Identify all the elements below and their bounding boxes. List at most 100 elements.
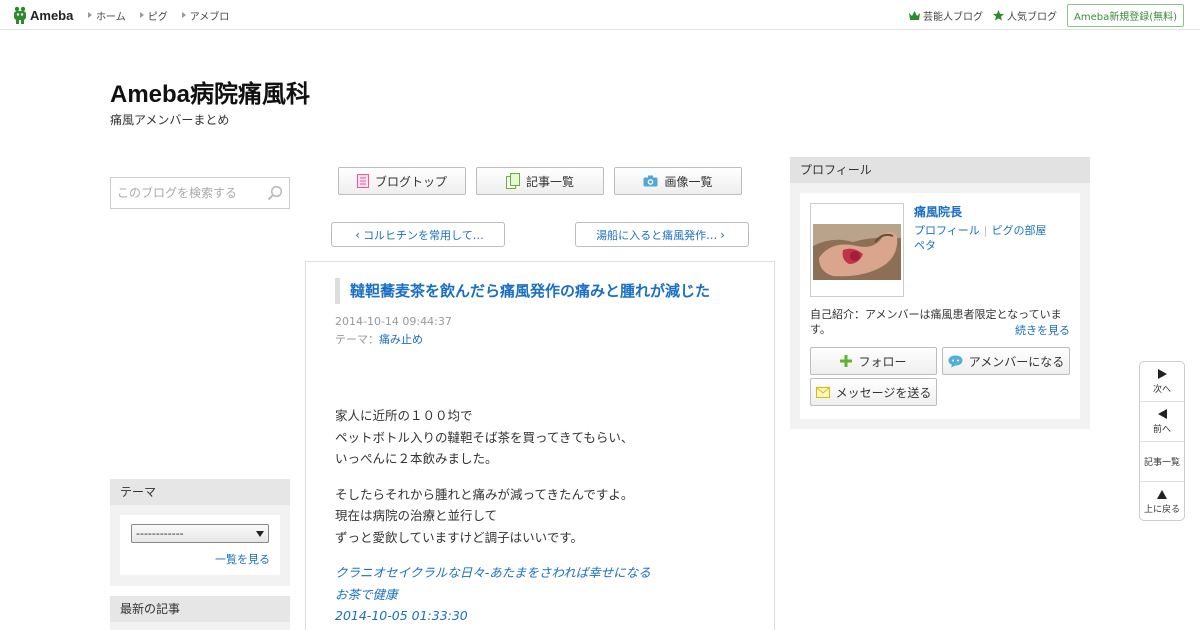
separator: |	[983, 224, 988, 237]
article-list-button[interactable]: 記事一覧	[476, 167, 604, 195]
theme-select-value: ------------	[136, 527, 184, 540]
celebrity-blog-link[interactable]: 芸能人ブログ	[908, 8, 983, 23]
popular-blog-label: 人気ブログ	[1006, 11, 1057, 23]
amember-label: アメンバーになる	[968, 354, 1065, 369]
quote-date: 2014-10-05 01:33:30	[335, 608, 468, 623]
nav-home-label: ホーム	[96, 11, 126, 23]
follow-button[interactable]: フォロー	[810, 347, 937, 375]
float-prev-label: 前へ	[1152, 424, 1171, 435]
profile-box: プロフィール 痛風院長 プロフィール | ピグの部屋 ペタ 自己紹介：アメンバーは痛…	[790, 157, 1090, 429]
article-line: 現在は病院の治療と並行して	[335, 508, 498, 523]
float-list-button[interactable]: 記事一覧	[1140, 442, 1184, 482]
nav-home-link[interactable]: ホーム	[88, 8, 126, 23]
article-body: 家人に近所の１００均で ペットボトル入りの韃靼そば茶を買ってきてもらい、 いっぺ…	[335, 405, 755, 630]
blog-title[interactable]: Ameba病院痛風科	[110, 74, 310, 109]
global-nav: ホーム ピグ アメブロ	[88, 0, 243, 30]
amember-button[interactable]: アメンバーになる	[942, 347, 1070, 375]
profile-body: 痛風院長 プロフィール | ピグの部屋 ペタ 自己紹介：アメンバーは痛風患者限定とな…	[800, 193, 1080, 419]
article-theme-link[interactable]: 痛み止め	[379, 333, 423, 346]
prev-article-label: コルヒチンを常用して…	[363, 228, 484, 242]
article-theme-label: テーマ：	[335, 333, 379, 346]
nav-pigg-link[interactable]: ピグ	[139, 8, 168, 23]
profile-more-link[interactable]: 続きを見る	[1015, 322, 1070, 338]
pigg-room-link[interactable]: ピグの部屋	[992, 224, 1047, 237]
global-header: Ameba ホーム ピグ アメブロ 芸能人ブログ 人気ブログ Ameba新規登録…	[0, 0, 1200, 30]
blog-top-button[interactable]: ブログトップ	[338, 167, 466, 195]
next-article-link[interactable]: 湯船に入ると痛風発作… ›	[575, 222, 749, 247]
triangle-up-icon	[1157, 489, 1167, 499]
nav-pigg-label: ピグ	[147, 11, 168, 23]
prev-article-link[interactable]: ‹ コルヒチンを常用して…	[331, 222, 505, 247]
chevron-down-icon	[256, 531, 264, 537]
nav-ameblo-link[interactable]: アメブロ	[181, 8, 230, 23]
triangle-right-icon	[1157, 368, 1167, 379]
article-date: 2014-10-14 09:44:37	[335, 315, 452, 328]
float-list-label: 記事一覧	[1143, 458, 1180, 468]
ameba-logo[interactable]: Ameba	[13, 6, 73, 24]
quote-blog-name: クラニオセイクラルな日々-あたまをさわれば幸せになる	[335, 565, 651, 580]
search-icon[interactable]	[267, 185, 283, 201]
popular-blog-link[interactable]: 人気ブログ	[992, 8, 1057, 23]
send-message-label: メッセージを送る	[835, 385, 932, 400]
crown-icon	[908, 10, 920, 20]
header-right: 芸能人ブログ 人気ブログ Ameba新規登録(無料)	[908, 0, 1184, 30]
profile-name[interactable]: 痛風院長	[914, 203, 962, 220]
arrow-right-icon	[139, 12, 144, 18]
nav-ameblo-label: アメブロ	[189, 11, 230, 23]
article-paragraph: そしたらそれから腫れと痛みが減ってきたんですよ。 現在は病院の治療と並行して ず…	[335, 484, 755, 549]
star-icon	[992, 9, 1004, 20]
copy-icon	[505, 173, 520, 189]
article-theme: テーマ：痛み止め	[335, 331, 423, 347]
logo-text: Ameba	[30, 7, 74, 23]
quoted-article-link[interactable]: クラニオセイクラルな日々-あたまをさわれば幸せになる お茶で健康 2014-10…	[335, 562, 755, 627]
recent-articles-heading: 最新の記事	[110, 596, 290, 622]
article-title[interactable]: 韃靼蕎麦茶を飲んだら痛風発作の痛みと腫れが減じた	[335, 278, 710, 304]
ameba-logo-icon	[14, 6, 26, 24]
peta-link[interactable]: ペタ	[914, 239, 936, 252]
document-icon	[356, 174, 369, 188]
quote-title: お茶で健康	[335, 586, 398, 602]
article-line: 家人に近所の１００均で	[335, 408, 473, 423]
profile-avatar[interactable]	[810, 203, 904, 297]
image-list-button[interactable]: 画像一覧	[614, 167, 742, 195]
plus-icon	[840, 355, 853, 367]
theme-box: テーマ ------------ 一覧を見る	[110, 479, 290, 586]
theme-select[interactable]: ------------	[131, 524, 269, 543]
follow-label: フォロー	[858, 354, 907, 369]
blog-search	[110, 177, 290, 209]
float-next-label: 次へ	[1152, 384, 1171, 395]
article-line: ずっと愛飲していますけど調子はいいです。	[335, 529, 584, 545]
theme-box-heading: テーマ	[110, 479, 290, 505]
avatar-image	[813, 206, 901, 294]
article: 韃靼蕎麦茶を飲んだら痛風発作の痛みと腫れが減じた 2014-10-14 09:4…	[305, 261, 775, 630]
blog-search-input[interactable]	[111, 178, 256, 208]
article-list-label: 記事一覧	[525, 174, 574, 189]
recent-articles-box: 最新の記事	[110, 596, 290, 630]
chevron-left-icon: ‹	[355, 227, 361, 242]
blog-description: 痛風アメンバーまとめ	[110, 113, 230, 127]
float-top-label: 上に戻る	[1143, 504, 1180, 515]
arrow-right-icon	[181, 12, 186, 18]
article-paragraph: 家人に近所の１００均で ペットボトル入りの韃靼そば茶を買ってきてもらい、 いっぺ…	[335, 405, 755, 470]
float-top-button[interactable]: 上に戻る	[1140, 482, 1184, 520]
celebrity-blog-label: 芸能人ブログ	[922, 11, 983, 23]
chevron-right-icon: ›	[720, 227, 725, 242]
send-message-button[interactable]: メッセージを送る	[810, 378, 937, 406]
arrow-right-icon	[88, 12, 92, 18]
theme-list-link[interactable]: 一覧を見る	[215, 551, 270, 567]
signup-button[interactable]: Ameba新規登録(無料)	[1066, 3, 1184, 27]
profile-heading: プロフィール	[790, 157, 1090, 183]
profile-link[interactable]: プロフィール	[914, 224, 980, 237]
profile-links: プロフィール | ピグの部屋 ペタ	[914, 223, 1074, 253]
theme-box-body: ------------ 一覧を見る	[120, 515, 280, 575]
chat-bubble-icon	[948, 355, 963, 367]
triangle-left-icon	[1157, 408, 1167, 419]
envelope-icon	[815, 386, 830, 398]
article-line: いっぺんに２本飲みました。	[335, 451, 498, 466]
next-article-label: 湯船に入ると痛風発作…	[596, 228, 718, 242]
float-prev-button[interactable]: 前へ	[1140, 402, 1184, 442]
article-line: そしたらそれから腫れと痛みが減ってきたんですよ。	[335, 486, 634, 502]
blog-top-label: ブログトップ	[374, 174, 447, 189]
float-next-button[interactable]: 次へ	[1140, 362, 1184, 402]
article-line: ペットボトル入りの韃靼そば茶を買ってきてもらい、	[335, 429, 634, 445]
